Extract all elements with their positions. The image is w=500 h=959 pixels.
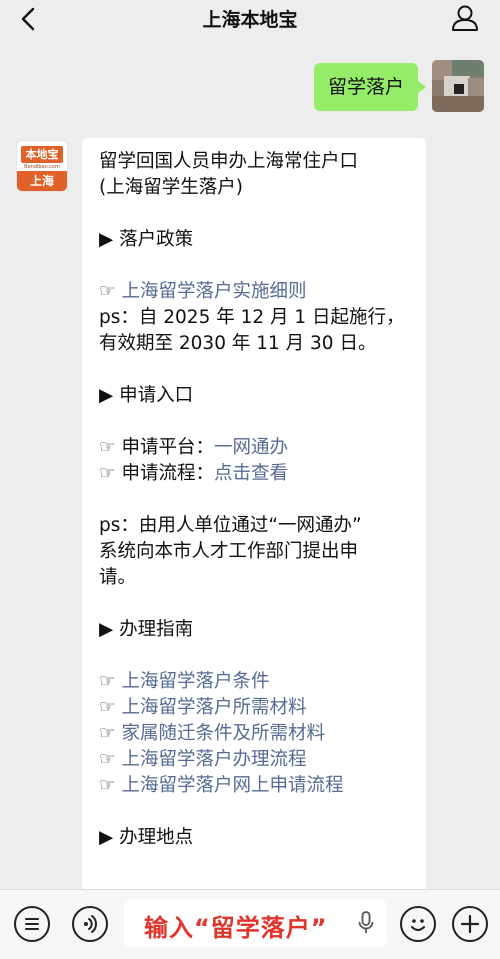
policy-link-row: ☞ 上海留学落户实施细则	[99, 279, 414, 305]
guide-link-row: ☞ 上海留学落户条件	[99, 669, 414, 695]
bot-avatar-city: 上海	[17, 171, 67, 191]
voice-icon[interactable]	[72, 906, 108, 942]
guide-link-row: ☞ 家属随迁条件及所需材料	[99, 721, 414, 747]
menu-icon[interactable]	[14, 906, 50, 942]
pointing-hand-icon: ☞	[99, 671, 116, 692]
section-heading-guide: ▶ 办理指南	[99, 619, 194, 640]
entry-note: 系统向本市人才工作部门提出申	[99, 541, 359, 562]
entry-note: ps：由用人单位通过“一网通办”	[99, 515, 362, 536]
pointing-hand-icon: ☞	[99, 463, 116, 484]
platform-link[interactable]: 一网通办	[214, 437, 288, 458]
process-link[interactable]: 点击查看	[214, 463, 288, 484]
guide-link-row: ☞ 上海留学落户办理流程	[99, 747, 414, 773]
process-row: ☞ 申请流程：点击查看	[99, 461, 414, 487]
pointing-hand-icon: ☞	[99, 749, 116, 770]
mic-icon[interactable]	[358, 911, 374, 935]
message-input[interactable]: 输入“留学落户”	[124, 899, 386, 947]
reply-title-line: (上海留学生落户)	[99, 177, 243, 198]
sent-message-row: 留学落户	[313, 60, 484, 112]
guide-link[interactable]: 上海留学落户办理流程	[121, 749, 306, 770]
guide-link[interactable]: 家属随迁条件及所需材料	[121, 723, 325, 744]
section-heading-location: ▶ 办理地点	[99, 827, 194, 848]
policy-note: ps：自 2025 年 12 月 1 日起施行，	[99, 307, 405, 328]
policy-note: 有效期至 2030 年 11 月 30 日。	[99, 333, 377, 354]
guide-link[interactable]: 上海留学落户条件	[121, 671, 269, 692]
emoji-icon[interactable]	[400, 906, 436, 942]
person-icon[interactable]	[450, 3, 480, 33]
pointing-hand-icon: ☞	[99, 775, 116, 796]
bot-avatar-url: Bendibao.com	[24, 164, 60, 170]
pointing-hand-icon: ☞	[99, 437, 116, 458]
top-bar: 上海本地宝	[0, 0, 500, 40]
entry-note: 请。	[99, 567, 137, 588]
section-heading-entry: ▶ 申请入口	[99, 385, 194, 406]
pointing-hand-icon: ☞	[99, 281, 116, 302]
section-heading-policy: ▶ 落户政策	[99, 229, 194, 250]
sent-message-bubble[interactable]: 留学落户	[313, 63, 427, 111]
pointing-hand-icon: ☞	[99, 697, 116, 718]
policy-link[interactable]: 上海留学落户实施细则	[121, 281, 306, 302]
page-title: 上海本地宝	[202, 9, 298, 31]
reply-message-bubble: 留学回国人员申办上海常住户口 (上海留学生落户) ▶ 落户政策 ☞ 上海留学落户…	[82, 138, 426, 898]
bottom-input-bar: 输入“留学落户”	[0, 889, 500, 959]
reply-title-line: 留学回国人员申办上海常住户口	[99, 151, 359, 172]
message-input-text: 输入“留学落户”	[144, 914, 328, 942]
platform-row: ☞ 申请平台：一网通办	[99, 435, 414, 461]
user-avatar[interactable]	[432, 60, 484, 112]
bot-avatar-brand: 本地宝	[21, 146, 63, 163]
guide-link[interactable]: 上海留学落户网上申请流程	[121, 775, 343, 796]
guide-link-row: ☞ 上海留学落户网上申请流程	[99, 773, 414, 799]
pointing-hand-icon: ☞	[99, 723, 116, 744]
guide-link[interactable]: 上海留学落户所需材料	[121, 697, 306, 718]
process-label: 申请流程：	[121, 463, 214, 484]
plus-icon[interactable]	[452, 906, 488, 942]
platform-label: 申请平台：	[121, 437, 214, 458]
guide-link-row: ☞ 上海留学落户所需材料	[99, 695, 414, 721]
bot-avatar[interactable]: 本地宝 Bendibao.com 上海	[16, 140, 68, 192]
